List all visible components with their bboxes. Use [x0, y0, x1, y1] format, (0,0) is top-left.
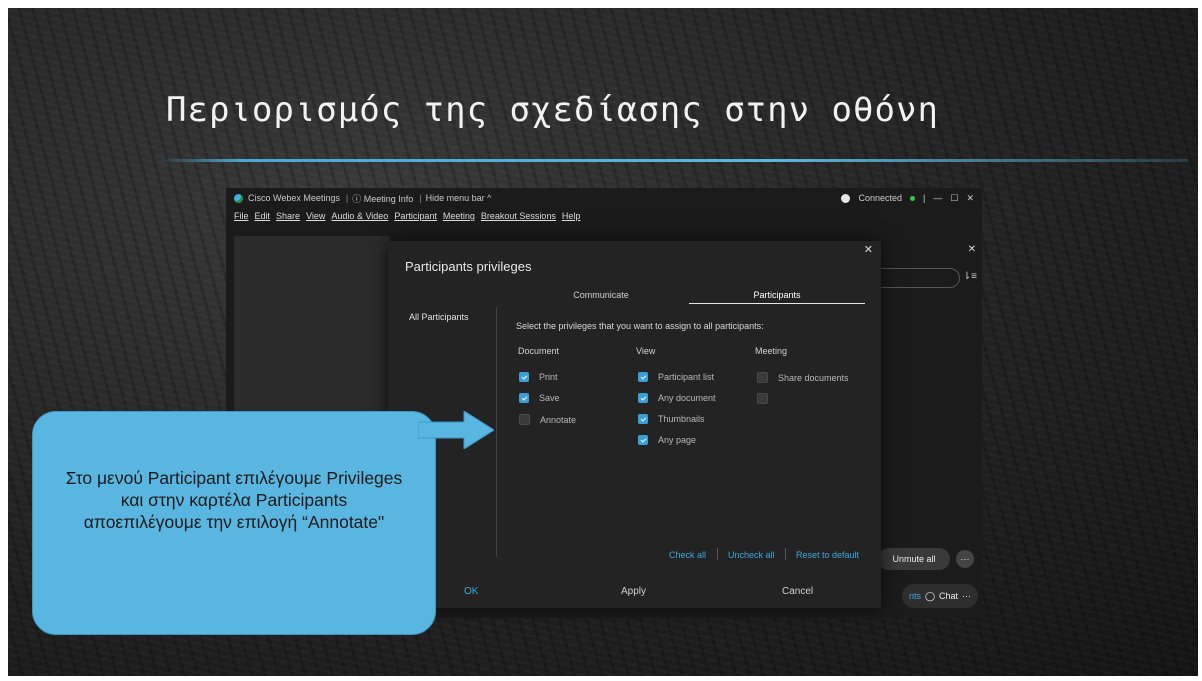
instruction-text: Select the privileges that you want to a… [516, 321, 764, 331]
checkbox-checked-icon [519, 393, 529, 403]
privileges-tabs: Communicate Participants [513, 290, 865, 304]
checkbox-label: Save [539, 393, 560, 403]
slide-title: Περιορισμός της σχεδίασης στην οθόνη [166, 90, 939, 130]
chat-button[interactable]: Chat [939, 591, 958, 601]
chat-toolbar: nts ◯ Chat ··· [902, 584, 978, 608]
checkbox-any-page[interactable]: Any page [638, 435, 696, 445]
checkbox-print[interactable]: Print [519, 372, 558, 382]
app-titlebar: Cisco Webex Meetings | ⓘ Meeting Info | … [226, 188, 982, 208]
vertical-divider [496, 307, 497, 557]
menu-edit[interactable]: Edit [255, 211, 271, 221]
callout-text: Στο μενού Participant επιλέγουμε Privile… [65, 468, 403, 532]
chat-bubble-icon: ◯ [924, 590, 936, 601]
participants-tab-partial[interactable]: nts [909, 591, 921, 601]
checkbox-label: Annotate [540, 414, 577, 425]
checkbox-checked-icon [638, 372, 648, 382]
checkbox-save[interactable]: Save [519, 393, 560, 403]
checkbox-meeting-option[interactable] [757, 393, 768, 404]
connection-icon [841, 193, 851, 203]
checkbox-label: Share documents [778, 372, 849, 383]
uncheck-all-link[interactable]: Uncheck all [728, 550, 775, 560]
title-underline [158, 159, 1188, 162]
close-window-icon[interactable]: ✕ [966, 193, 974, 204]
instruction-callout: Στο μενού Participant επιλέγουμε Privile… [32, 411, 436, 635]
menu-audio-video[interactable]: Audio & Video [331, 211, 388, 221]
sort-icon[interactable]: ⇂≡ [963, 271, 977, 282]
ok-button[interactable]: OK [464, 586, 478, 597]
checkbox-label: Thumbnails [658, 414, 705, 424]
dialog-title: Participants privileges [405, 259, 532, 274]
checkbox-thumbnails[interactable]: Thumbnails [638, 414, 705, 424]
titlebar-separator: | [345, 193, 349, 203]
apply-button[interactable]: Apply [621, 586, 646, 597]
menu-participant[interactable]: Participant [394, 211, 437, 221]
unmute-all-button[interactable]: Unmute all [878, 548, 950, 570]
checkbox-checked-icon [638, 393, 648, 403]
link-separator [717, 548, 718, 560]
tab-participants[interactable]: Participants [689, 290, 865, 304]
titlebar-divider: | [923, 193, 926, 203]
sidebar-item-all-participants[interactable]: All Participants [409, 312, 469, 322]
checkbox-unchecked-icon [519, 414, 530, 425]
hide-menu-bar-button[interactable]: Hide menu bar ^ [426, 193, 492, 203]
tab-communicate[interactable]: Communicate [513, 290, 689, 300]
menu-help[interactable]: Help [562, 211, 581, 221]
menu-view[interactable]: View [306, 211, 325, 221]
checkbox-label: Any page [658, 435, 697, 445]
cancel-button[interactable]: Cancel [782, 586, 813, 597]
link-separator [785, 548, 786, 560]
checkbox-annotate[interactable]: Annotate [519, 414, 576, 425]
checkbox-label: Any document [658, 393, 716, 403]
webex-logo-icon [234, 193, 243, 203]
menu-share[interactable]: Share [276, 211, 300, 221]
minimize-icon[interactable]: — [933, 193, 942, 203]
checkbox-share-documents[interactable]: Share documents [757, 372, 849, 383]
dialog-footer: OK Apply Cancel [388, 577, 881, 607]
status-dot-icon [910, 195, 916, 201]
app-title: Cisco Webex Meetings [248, 193, 340, 203]
maximize-icon[interactable]: ☐ [950, 193, 958, 204]
more-options-icon[interactable]: ··· [956, 550, 974, 568]
checkbox-label: Print [539, 372, 558, 382]
checkbox-label: Participant list [658, 372, 715, 382]
checkbox-unchecked-icon [757, 393, 768, 404]
menu-bar: File Edit Share View Audio & Video Parti… [226, 208, 982, 224]
arrow-right-icon [418, 411, 494, 449]
titlebar-right: Connected | — ☐ ✕ [841, 188, 974, 208]
panel-close-icon[interactable]: ✕ [968, 244, 976, 255]
menu-breakout-sessions[interactable]: Breakout Sessions [481, 211, 556, 221]
titlebar-separator: | [419, 193, 422, 203]
info-icon: ⓘ [352, 193, 362, 204]
checkbox-any-document[interactable]: Any document [638, 393, 716, 403]
checkbox-checked-icon [638, 414, 648, 424]
checkbox-checked-icon [638, 435, 648, 445]
check-all-link[interactable]: Check all [669, 550, 706, 560]
menu-file[interactable]: File [234, 211, 249, 221]
meeting-info-button[interactable]: ⓘ Meeting Info [352, 192, 413, 205]
menu-meeting[interactable]: Meeting [443, 211, 475, 221]
connection-status: Connected [858, 193, 903, 203]
meeting-info-label: Meeting Info [363, 193, 414, 204]
dialog-close-icon[interactable]: ✕ [864, 243, 873, 256]
checkbox-unchecked-icon [757, 372, 768, 383]
more-icon[interactable]: ··· [962, 591, 971, 601]
column-heading-meeting: Meeting [755, 346, 788, 356]
column-heading-document: Document [518, 346, 560, 356]
checkbox-participant-list[interactable]: Participant list [638, 372, 714, 382]
column-heading-view: View [636, 346, 656, 356]
checkbox-checked-icon [519, 372, 529, 382]
reset-to-default-link[interactable]: Reset to default [796, 550, 859, 560]
